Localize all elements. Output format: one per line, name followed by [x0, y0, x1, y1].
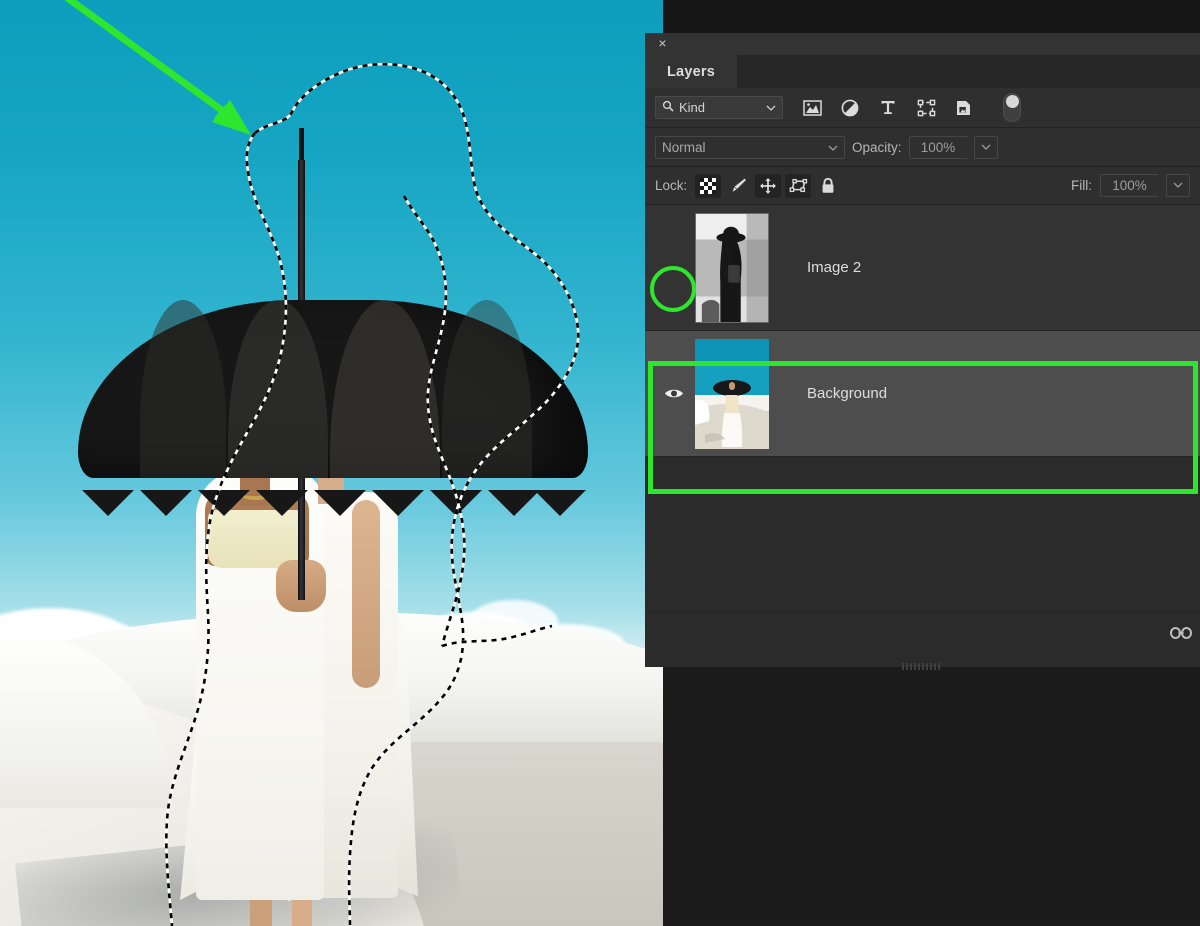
lock-transparent-pixels-icon[interactable]	[695, 173, 722, 198]
umbrella-rib	[314, 490, 366, 516]
filter-pixel-layers-icon[interactable]	[801, 97, 823, 119]
blend-opacity-row: Normal Opacity: 100%	[645, 128, 1200, 167]
opacity-value: 100%	[920, 139, 956, 155]
figure-right-arm	[352, 500, 380, 688]
layer-name-image-2: Image 2	[807, 259, 862, 276]
lock-image-pixels-brush-icon[interactable]	[725, 174, 751, 198]
lock-icon-group	[695, 173, 841, 198]
layer-row-image-2[interactable]: Image 2	[645, 205, 1200, 331]
app-top-strip	[663, 0, 1200, 33]
layer-visibility-toggle-image-2[interactable]	[653, 205, 695, 330]
opacity-stepper[interactable]	[973, 135, 998, 159]
layer-thumbnail-image-2[interactable]	[695, 212, 769, 323]
fill-value: 100%	[1112, 178, 1147, 193]
umbrella-rib	[140, 490, 192, 516]
filter-smart-object-icon[interactable]	[953, 97, 975, 119]
eye-icon-visible	[663, 383, 685, 405]
filter-type-layers-icon[interactable]	[877, 97, 899, 119]
filter-kind-select[interactable]: Kind	[655, 96, 783, 119]
umbrella-rib	[430, 490, 482, 516]
eye-icon-hidden	[663, 257, 685, 279]
umbrella-rib	[82, 490, 134, 516]
layer-row-background[interactable]: Background	[645, 331, 1200, 457]
umbrella-rib	[488, 490, 540, 516]
umbrella-panel	[442, 300, 532, 478]
toggle-knob	[1006, 95, 1019, 108]
filter-kind-label: Kind	[679, 100, 706, 115]
lock-row: Lock: Fill: 100%	[645, 167, 1200, 205]
umbrella-panel	[330, 300, 440, 478]
umbrella-panel	[140, 300, 226, 478]
lock-all-padlock-icon[interactable]	[815, 174, 841, 198]
blend-mode-select[interactable]: Normal	[655, 135, 845, 159]
panel-titlebar: ×	[645, 33, 1200, 55]
umbrella-rib	[372, 490, 424, 516]
blend-mode-value: Normal	[662, 139, 706, 155]
link-layers-icon[interactable]	[1170, 626, 1192, 644]
chevron-down-icon	[766, 100, 776, 115]
layer-thumbnail-background[interactable]	[695, 338, 769, 449]
umbrella-rib	[534, 490, 586, 516]
umbrella-canopy	[78, 300, 588, 478]
panel-footer	[645, 611, 1200, 670]
umbrella-rib	[198, 490, 250, 516]
filter-shape-layers-icon[interactable]	[915, 97, 937, 119]
layers-panel: × Layers Kind Normal Opacity: 100% Lock:…	[645, 33, 1200, 670]
umbrella-rib	[256, 490, 308, 516]
layer-filter-row: Kind	[645, 88, 1200, 128]
layer-name-background: Background	[807, 385, 888, 402]
fill-input[interactable]: 100%	[1100, 174, 1158, 197]
tab-layers-label: Layers	[667, 63, 715, 80]
close-icon[interactable]: ×	[655, 36, 670, 51]
panel-tab-row: Layers	[645, 55, 1200, 88]
document-canvas[interactable]	[0, 0, 663, 926]
opacity-label: Opacity:	[852, 139, 902, 155]
search-icon	[662, 100, 674, 115]
lock-position-move-icon[interactable]	[755, 173, 782, 198]
filter-adjustment-layers-icon[interactable]	[839, 97, 861, 119]
panel-resize-grip[interactable]	[901, 657, 944, 670]
lock-artboard-nesting-icon[interactable]	[785, 173, 812, 198]
chevron-down-icon	[828, 140, 838, 155]
layer-visibility-toggle-background[interactable]	[653, 331, 695, 456]
screenshot-root: × Layers Kind Normal Opacity: 100% Lock:…	[0, 0, 1200, 926]
umbrella-panel	[228, 300, 328, 478]
fill-label: Fill:	[1071, 178, 1092, 193]
umbrella	[78, 300, 588, 516]
tab-layers[interactable]: Layers	[645, 55, 737, 88]
filter-enable-toggle[interactable]	[1003, 93, 1021, 122]
filter-icon-group	[801, 93, 1021, 122]
layer-list: Image 2 Background	[645, 205, 1200, 611]
fill-stepper[interactable]	[1166, 174, 1190, 197]
lock-label: Lock:	[655, 178, 688, 193]
opacity-input[interactable]: 100%	[908, 135, 967, 159]
